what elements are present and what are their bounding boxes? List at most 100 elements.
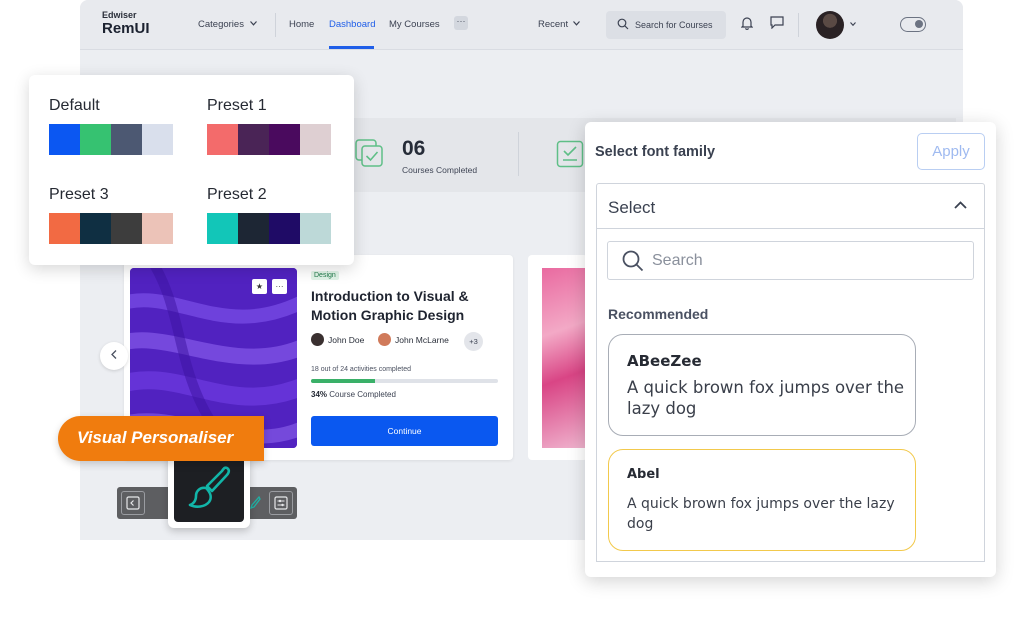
badge-label: Visual Personaliser — [77, 428, 234, 447]
nav-dashboard[interactable]: Dashboard — [329, 19, 375, 30]
font-family-panel: Select font family Apply Select Recommen… — [585, 122, 996, 577]
toolbar-collapse-button[interactable] — [121, 491, 145, 515]
nav-my-courses[interactable]: My Courses — [389, 19, 440, 30]
nav-active-indicator — [329, 46, 374, 49]
font-option-sample: A quick brown fox jumps over the lazy do… — [627, 496, 895, 532]
panel-title: Select font family — [595, 144, 716, 160]
font-select-dropdown[interactable]: Select — [596, 183, 985, 229]
brand-small-text: Edwiser — [102, 10, 137, 20]
recommended-heading: Recommended — [608, 306, 709, 322]
pink-cover-image — [542, 268, 588, 448]
sliders-icon — [274, 496, 288, 510]
preset-1-swatches[interactable] — [207, 124, 331, 155]
search-label: Search for Courses — [635, 20, 713, 30]
brush-tile-inner — [174, 455, 244, 522]
bell-icon[interactable] — [741, 16, 753, 30]
color-swatch — [142, 213, 173, 244]
chevron-down-icon — [850, 22, 856, 26]
course-progress-fill — [311, 379, 375, 383]
color-swatch — [49, 124, 80, 155]
color-swatch — [142, 124, 173, 155]
courses-completed-icon — [355, 139, 383, 167]
message-icon[interactable] — [770, 16, 784, 29]
completed-label: Courses Completed — [402, 165, 478, 175]
course-search-input[interactable]: Search for Courses — [606, 11, 726, 39]
continue-button[interactable]: Continue — [311, 416, 498, 446]
nav-home[interactable]: Home — [289, 19, 314, 30]
course-completed-label: 34% Course Completed — [311, 390, 396, 399]
preset-name-default: Default — [49, 97, 100, 114]
stats-divider — [518, 132, 519, 176]
font-dropdown-list: Recommended ABeeZee A quick brown fox ju… — [596, 229, 985, 562]
avatar — [378, 333, 391, 346]
avatar — [311, 333, 324, 346]
card-more-button[interactable]: ··· — [272, 279, 287, 294]
color-swatch — [238, 213, 269, 244]
course-title[interactable]: Introduction to Visual & Motion Graphic … — [311, 287, 501, 325]
nav-divider — [798, 13, 799, 37]
preset-2-swatches[interactable] — [207, 213, 331, 244]
preset-name-2: Preset 2 — [207, 186, 267, 203]
preset-3-swatches[interactable] — [49, 213, 173, 244]
nav-categories[interactable]: Categories — [198, 19, 244, 30]
apply-button[interactable]: Apply — [917, 133, 985, 170]
preset-name-3: Preset 3 — [49, 186, 109, 203]
user-avatar[interactable] — [816, 11, 844, 39]
color-swatch — [80, 213, 111, 244]
author-name: John Doe — [328, 335, 365, 345]
task-check-icon — [556, 140, 584, 168]
color-swatch — [300, 124, 331, 155]
font-option-name: Abel — [627, 467, 660, 482]
more-authors-badge[interactable]: +3 — [464, 332, 483, 351]
chevron-down-icon — [573, 21, 580, 26]
color-swatch — [111, 124, 142, 155]
color-swatch — [111, 213, 142, 244]
font-search-box[interactable] — [607, 241, 974, 280]
sidebar-collapse-icon — [126, 496, 140, 510]
chevron-up-icon — [954, 201, 967, 209]
personaliser-launcher[interactable] — [168, 455, 250, 528]
font-option-abeezee[interactable]: ABeeZee A quick brown fox jumps over the… — [608, 334, 916, 436]
toolbar-settings-button[interactable] — [269, 491, 293, 515]
color-swatch — [300, 213, 331, 244]
color-swatch — [238, 124, 269, 155]
paintbrush-icon — [188, 466, 231, 508]
course-progress-bar — [311, 379, 498, 383]
favorite-star-button[interactable]: ★ — [252, 279, 267, 294]
font-option-sample: A quick brown fox jumps over the lazy do… — [627, 378, 905, 418]
preset-default-swatches[interactable] — [49, 124, 173, 155]
theme-toggle[interactable] — [900, 17, 926, 32]
next-course-card[interactable] — [528, 255, 588, 460]
search-icon — [622, 250, 644, 272]
select-value: Select — [608, 198, 656, 217]
chevron-left-icon — [111, 350, 117, 359]
brand-name: RemUI — [102, 20, 150, 37]
completed-suffix: Course Completed — [329, 390, 396, 399]
completed-percent: 34% — [311, 390, 328, 399]
chevron-down-icon — [250, 21, 257, 26]
nav-recent[interactable]: Recent — [538, 19, 568, 30]
nav-divider — [275, 13, 276, 37]
color-preset-card: Default Preset 1 Preset 3 Preset 2 — [29, 75, 354, 265]
author-name: John McLarne — [395, 335, 449, 345]
completed-count: 06 — [402, 137, 426, 160]
search-icon — [617, 18, 629, 30]
category-tag: Design — [311, 271, 339, 280]
pen-icon[interactable] — [249, 496, 261, 510]
color-swatch — [49, 213, 80, 244]
carousel-prev-button[interactable] — [100, 342, 128, 370]
color-swatch — [207, 124, 238, 155]
top-navbar: Edwiser RemUI Categories Home Dashboard … — [80, 0, 963, 50]
nav-more-button[interactable]: ··· — [454, 16, 468, 30]
color-swatch — [80, 124, 111, 155]
font-search-input[interactable] — [652, 250, 952, 272]
font-option-name: ABeeZee — [627, 352, 702, 370]
color-swatch — [269, 124, 300, 155]
color-swatch — [207, 213, 238, 244]
font-option-abel[interactable]: Abel A quick brown fox jumps over the la… — [608, 449, 916, 551]
activities-progress-text: 18 out of 24 activities completed — [311, 366, 412, 373]
brand-logo[interactable]: Edwiser RemUI — [102, 10, 150, 37]
preset-name-1: Preset 1 — [207, 97, 267, 114]
color-swatch — [269, 213, 300, 244]
visual-personaliser-badge: Visual Personaliser — [58, 416, 264, 461]
